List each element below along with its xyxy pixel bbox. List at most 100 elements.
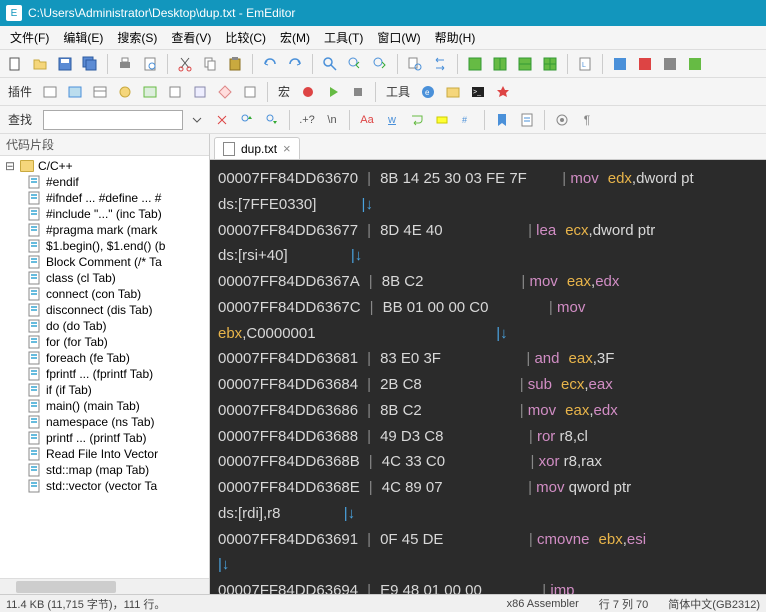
find-up-button[interactable]: [236, 109, 258, 131]
menu-search[interactable]: 搜索(S): [111, 27, 163, 48]
escape-button[interactable]: \n: [321, 109, 343, 131]
snippet-item[interactable]: do (do Tab): [0, 318, 209, 334]
snippet-item[interactable]: if (if Tab): [0, 382, 209, 398]
snippet-item[interactable]: namespace (ns Tab): [0, 414, 209, 430]
tool-explorer-button[interactable]: [442, 81, 464, 103]
plugin-h-button[interactable]: [214, 81, 236, 103]
tab-close-button[interactable]: ×: [283, 141, 291, 156]
plugin-i-button[interactable]: [239, 81, 261, 103]
menu-help[interactable]: 帮助(H): [429, 27, 482, 48]
snippet-item[interactable]: #endif: [0, 174, 209, 190]
grid1-button[interactable]: [464, 53, 486, 75]
find-close-button[interactable]: [211, 109, 233, 131]
save-all-button[interactable]: [79, 53, 101, 75]
tool-ie-button[interactable]: e: [417, 81, 439, 103]
tool-cmd-button[interactable]: >_: [467, 81, 489, 103]
plugin-g-button[interactable]: [189, 81, 211, 103]
count-button[interactable]: #: [456, 109, 478, 131]
snippet-item[interactable]: foreach (fe Tab): [0, 350, 209, 366]
snippet-label: printf ... (printf Tab): [46, 431, 146, 445]
snippet-item[interactable]: Block Comment (/* Ta: [0, 254, 209, 270]
symbol-button[interactable]: ¶: [576, 109, 598, 131]
tab-dup-txt[interactable]: dup.txt ×: [214, 137, 300, 159]
snippet-item[interactable]: #pragma mark (mark: [0, 222, 209, 238]
menu-compare[interactable]: 比较(C): [219, 27, 272, 48]
plugin-d-button[interactable]: [114, 81, 136, 103]
menu-tools[interactable]: 工具(T): [318, 27, 369, 48]
copy-button[interactable]: [199, 53, 221, 75]
grid4-button[interactable]: [539, 53, 561, 75]
menu-macro[interactable]: 宏(M): [274, 27, 316, 48]
tree-root[interactable]: ⊟ C/C++: [0, 158, 209, 174]
plugin3-button[interactable]: [659, 53, 681, 75]
find-input[interactable]: [43, 110, 183, 130]
print-preview-button[interactable]: [139, 53, 161, 75]
find-button[interactable]: [319, 53, 341, 75]
menubar: 文件(F) 编辑(E) 搜索(S) 查看(V) 比较(C) 宏(M) 工具(T)…: [0, 26, 766, 50]
plugin-c-button[interactable]: [89, 81, 111, 103]
paste-button[interactable]: [224, 53, 246, 75]
find-prev-button[interactable]: [369, 53, 391, 75]
snippet-item[interactable]: printf ... (printf Tab): [0, 430, 209, 446]
grid2-button[interactable]: [489, 53, 511, 75]
large-file-button[interactable]: L: [574, 53, 596, 75]
snippet-label: class (cl Tab): [46, 271, 116, 285]
snippet-item[interactable]: connect (con Tab): [0, 286, 209, 302]
cut-button[interactable]: [174, 53, 196, 75]
menu-view[interactable]: 查看(V): [165, 27, 217, 48]
macro-play-button[interactable]: [322, 81, 344, 103]
macro-rec-button[interactable]: [297, 81, 319, 103]
find-down-button[interactable]: [261, 109, 283, 131]
replace-button[interactable]: [429, 53, 451, 75]
snippet-item[interactable]: fprintf ... (fprintf Tab): [0, 366, 209, 382]
undo-button[interactable]: [259, 53, 281, 75]
save-button[interactable]: [54, 53, 76, 75]
case-button[interactable]: Aa: [356, 109, 378, 131]
open-button[interactable]: [29, 53, 51, 75]
snippet-item[interactable]: std::vector (vector Ta: [0, 478, 209, 494]
advanced-button[interactable]: [551, 109, 573, 131]
extract-button[interactable]: [516, 109, 538, 131]
new-button[interactable]: [4, 53, 26, 75]
snippet-label: if (if Tab): [46, 383, 92, 397]
plugin-f-button[interactable]: [164, 81, 186, 103]
sidebar-scrollbar[interactable]: [0, 578, 209, 594]
menu-file[interactable]: 文件(F): [4, 27, 55, 48]
plugin4-button[interactable]: [684, 53, 706, 75]
menu-edit[interactable]: 编辑(E): [57, 27, 109, 48]
find-in-files-button[interactable]: [404, 53, 426, 75]
find-next-button[interactable]: [344, 53, 366, 75]
collapse-icon[interactable]: ⊟: [4, 159, 16, 173]
bookmark-button[interactable]: [491, 109, 513, 131]
snippet-item[interactable]: Read File Into Vector: [0, 446, 209, 462]
plugin-e-button[interactable]: [139, 81, 161, 103]
snippet-item[interactable]: std::map (map Tab): [0, 462, 209, 478]
wrap-button[interactable]: [406, 109, 428, 131]
snippet-item[interactable]: main() (main Tab): [0, 398, 209, 414]
plugin1-button[interactable]: [609, 53, 631, 75]
plugin-b-button[interactable]: [64, 81, 86, 103]
macro-stop-button[interactable]: [347, 81, 369, 103]
snippet-item[interactable]: for (for Tab): [0, 334, 209, 350]
code-editor[interactable]: 00007FF84DD63670 | 8B 14 25 30 03 FE 7F …: [210, 160, 766, 594]
find-dropdown-button[interactable]: [186, 109, 208, 131]
status-lang: x86 Assembler: [507, 598, 579, 610]
print-button[interactable]: [114, 53, 136, 75]
tool-config-button[interactable]: [492, 81, 514, 103]
snippet-label: Block Comment (/* Ta: [46, 255, 162, 269]
snippet-item[interactable]: #ifndef ... #define ... #: [0, 190, 209, 206]
redo-button[interactable]: [284, 53, 306, 75]
snippet-item[interactable]: class (cl Tab): [0, 270, 209, 286]
snippet-item[interactable]: #include "..." (inc Tab): [0, 206, 209, 222]
plugin2-button[interactable]: [634, 53, 656, 75]
macros-label: 宏: [274, 83, 294, 100]
highlight-button[interactable]: [431, 109, 453, 131]
word-button[interactable]: w: [381, 109, 403, 131]
snippet-item[interactable]: disconnect (dis Tab): [0, 302, 209, 318]
snippet-item[interactable]: $1.begin(), $1.end() (b: [0, 238, 209, 254]
snippet-icon: [28, 223, 42, 237]
grid3-button[interactable]: [514, 53, 536, 75]
plugin-a-button[interactable]: [39, 81, 61, 103]
menu-window[interactable]: 窗口(W): [371, 27, 426, 48]
regex-button[interactable]: .+?: [296, 109, 318, 131]
